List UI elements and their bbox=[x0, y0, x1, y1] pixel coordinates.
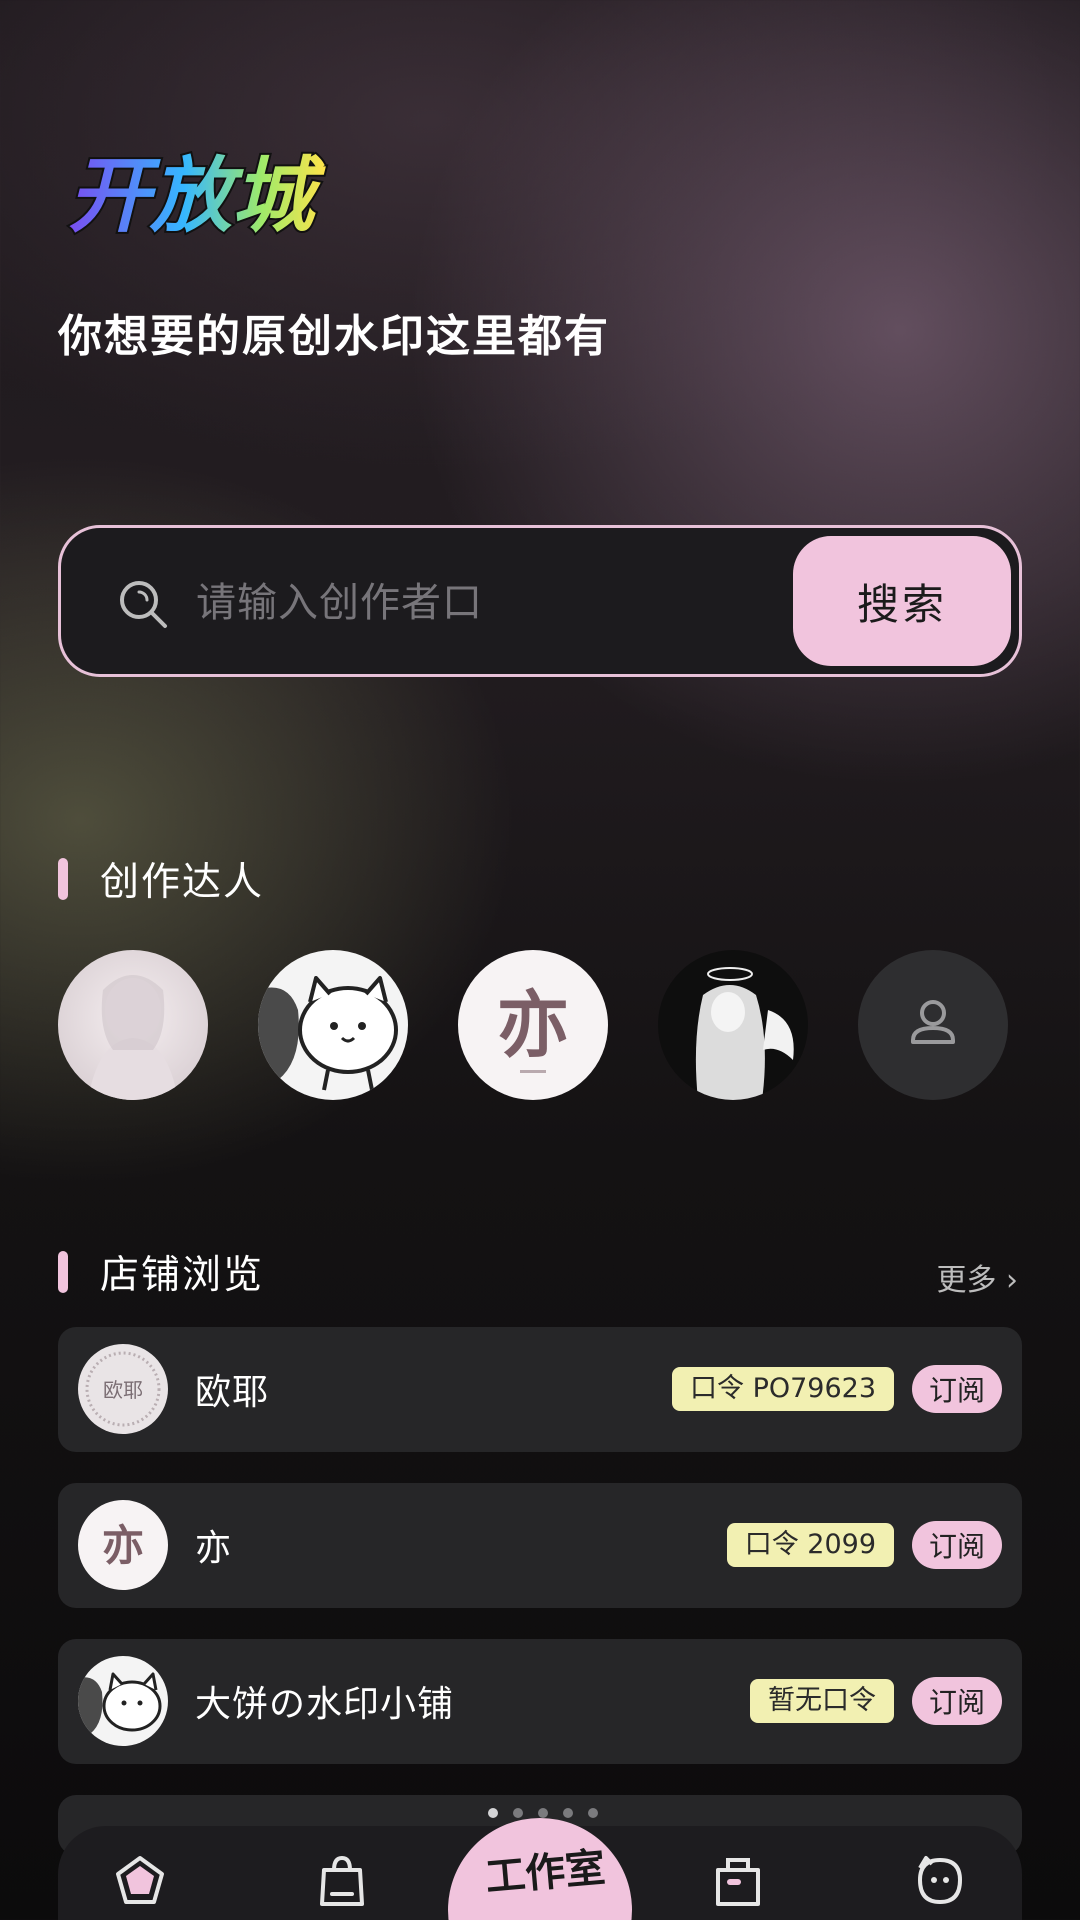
page-dot[interactable] bbox=[488, 1808, 498, 1818]
app-logo: 开放城 bbox=[62, 134, 362, 264]
page-dot[interactable] bbox=[513, 1808, 523, 1818]
tagline: 你想要的原创水印这里都有 bbox=[58, 311, 610, 362]
user-placeholder-icon bbox=[911, 1000, 955, 1044]
search-bar: 搜索 bbox=[58, 525, 1022, 677]
shop-avatar bbox=[78, 1656, 168, 1746]
home-icon[interactable] bbox=[110, 1850, 170, 1910]
svg-text:亦: 亦 bbox=[497, 982, 569, 1067]
search-input[interactable] bbox=[196, 568, 676, 638]
creator-avatar-1[interactable] bbox=[58, 950, 208, 1100]
shops-section-header: 店铺浏览 bbox=[58, 1248, 264, 1298]
shop-avatar: 亦 bbox=[78, 1500, 168, 1590]
shop-bag-icon[interactable] bbox=[312, 1850, 372, 1910]
shops-section-title: 店铺浏览 bbox=[100, 1253, 265, 1298]
page-dot[interactable] bbox=[538, 1808, 548, 1818]
workshop-button[interactable]: 工作室 bbox=[448, 1818, 632, 1920]
search-button[interactable]: 搜索 bbox=[793, 536, 1011, 666]
section-accent-bar bbox=[58, 1251, 68, 1293]
creator-avatar-2[interactable] bbox=[258, 950, 408, 1100]
shop-avatar: 欧耶 bbox=[78, 1344, 168, 1434]
page-dot[interactable] bbox=[588, 1808, 598, 1818]
shop-name: 欧耶 bbox=[195, 1372, 270, 1413]
profile-face-icon[interactable] bbox=[910, 1850, 970, 1910]
store-bag-icon[interactable] bbox=[708, 1850, 768, 1910]
creator-avatar-4[interactable] bbox=[658, 950, 808, 1100]
page-indicator bbox=[488, 1808, 598, 1818]
subscribe-button[interactable]: 订阅 bbox=[912, 1677, 1002, 1725]
svg-text:亦: 亦 bbox=[102, 1521, 144, 1570]
shop-card[interactable]: 欧耶 欧耶 口令 PO79623 订阅 bbox=[58, 1327, 1022, 1452]
creators-section-title: 创作达人 bbox=[100, 860, 265, 905]
creators-section-header: 创作达人 bbox=[58, 855, 264, 905]
creator-avatar-5[interactable] bbox=[858, 950, 1008, 1100]
page-dot[interactable] bbox=[563, 1808, 573, 1818]
subscribe-button[interactable]: 订阅 bbox=[912, 1365, 1002, 1413]
creator-avatar-3[interactable]: 亦 bbox=[458, 950, 608, 1100]
shop-name: 大饼の水印小铺 bbox=[195, 1684, 455, 1725]
section-accent-bar bbox=[58, 858, 68, 900]
shop-name: 亦 bbox=[195, 1528, 233, 1569]
shop-card[interactable]: 大饼の水印小铺 暂无口令 订阅 bbox=[58, 1639, 1022, 1764]
svg-text:欧耶: 欧耶 bbox=[103, 1378, 143, 1402]
shop-card[interactable]: 亦 亦 口令 2099 订阅 bbox=[58, 1483, 1022, 1608]
search-icon bbox=[117, 578, 169, 630]
more-link[interactable]: 更多 › bbox=[936, 1255, 1018, 1299]
shop-code-badge: 暂无口令 bbox=[750, 1679, 894, 1723]
shop-code-badge: 口令 2099 bbox=[726, 1523, 894, 1567]
svg-text:开放城: 开放城 bbox=[68, 149, 326, 244]
shop-code-badge: 口令 PO79623 bbox=[671, 1367, 894, 1411]
creators-row: 亦 bbox=[58, 950, 1022, 1102]
subscribe-button[interactable]: 订阅 bbox=[912, 1521, 1002, 1569]
